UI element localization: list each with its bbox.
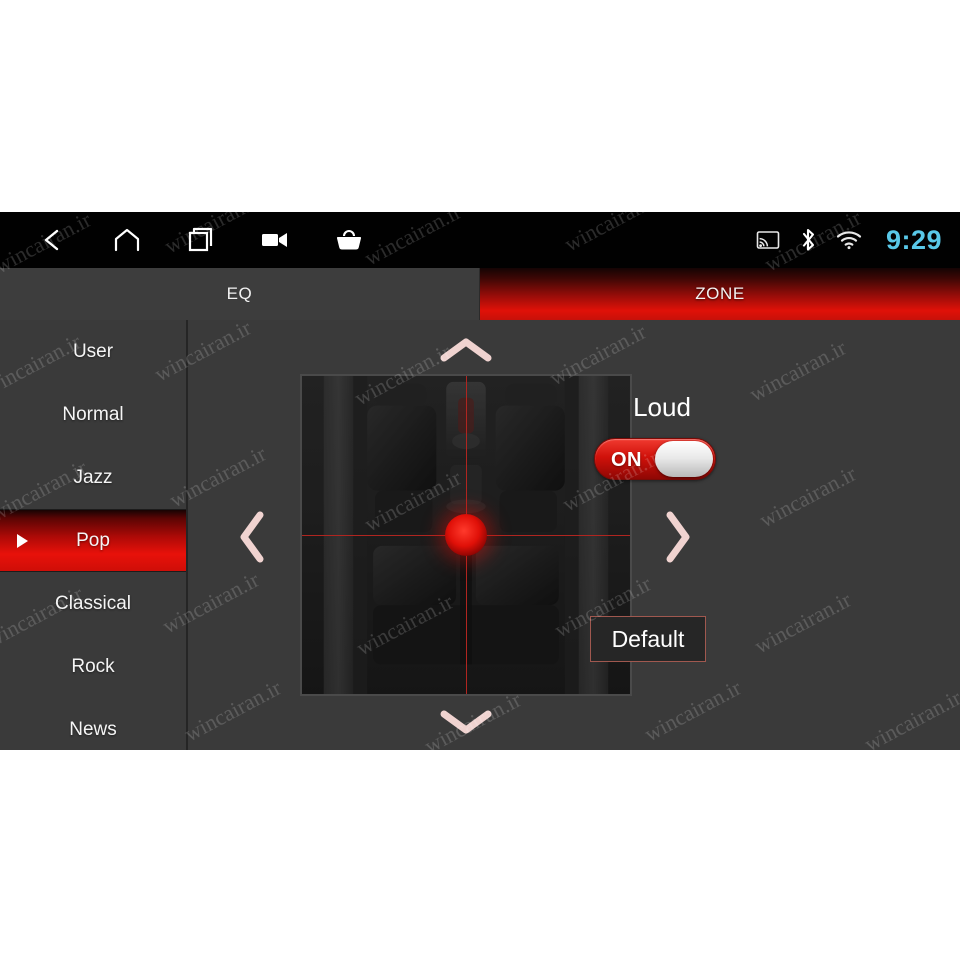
screenshot-canvas: 9:29 EQ ZONE User Normal Jazz Pop Classi… (0, 0, 960, 960)
preset-label: Pop (76, 529, 110, 551)
preset-item-jazz[interactable]: Jazz (0, 446, 186, 509)
status-bar: 9:29 (0, 212, 960, 268)
tab-eq[interactable]: EQ (0, 268, 480, 320)
zone-down-arrow[interactable] (420, 702, 512, 742)
eq-preset-list: User Normal Jazz Pop Classical Rock News (0, 320, 188, 750)
zone-up-arrow[interactable] (420, 330, 512, 370)
content-area: User Normal Jazz Pop Classical Rock News… (0, 320, 960, 750)
preset-label: User (72, 340, 114, 362)
zone-options-panel: Loud ON Default (552, 320, 772, 750)
basket-icon[interactable] (328, 219, 370, 261)
status-indicators: 9:29 (756, 212, 942, 268)
preset-label: News (69, 718, 117, 740)
preset-label: Normal (62, 403, 124, 425)
preset-item-pop[interactable]: Pop (0, 509, 186, 572)
zone-focus-dot[interactable] (445, 514, 487, 556)
preset-label: Jazz (73, 466, 113, 488)
loudness-toggle[interactable]: ON (594, 438, 716, 480)
selected-marker-icon (17, 533, 28, 548)
wifi-icon (836, 230, 862, 250)
cast-icon (756, 230, 780, 250)
toggle-knob[interactable] (655, 441, 713, 477)
head-unit-screen: 9:29 EQ ZONE User Normal Jazz Pop Classi… (0, 212, 960, 750)
status-clock: 9:29 (885, 224, 942, 255)
home-icon[interactable] (106, 219, 148, 261)
preset-item-rock[interactable]: Rock (0, 635, 186, 698)
bluetooth-icon (798, 227, 818, 253)
default-button[interactable]: Default (590, 616, 706, 662)
preset-item-news[interactable]: News (0, 698, 186, 750)
loudness-state-label: ON (611, 448, 642, 471)
zone-left-arrow[interactable] (230, 511, 274, 563)
preset-item-classical[interactable]: Classical (0, 572, 186, 635)
tab-bar: EQ ZONE (0, 268, 960, 320)
preset-label: Rock (71, 655, 115, 677)
loudness-label: Loud (633, 392, 691, 422)
preset-label: Classical (54, 592, 132, 614)
back-icon[interactable] (32, 219, 74, 261)
preset-item-normal[interactable]: Normal (0, 383, 186, 446)
recents-icon[interactable] (180, 219, 222, 261)
camera-icon[interactable] (254, 219, 296, 261)
tab-zone[interactable]: ZONE (480, 268, 960, 320)
navigation-bar (32, 212, 370, 268)
preset-item-user[interactable]: User (0, 320, 186, 383)
